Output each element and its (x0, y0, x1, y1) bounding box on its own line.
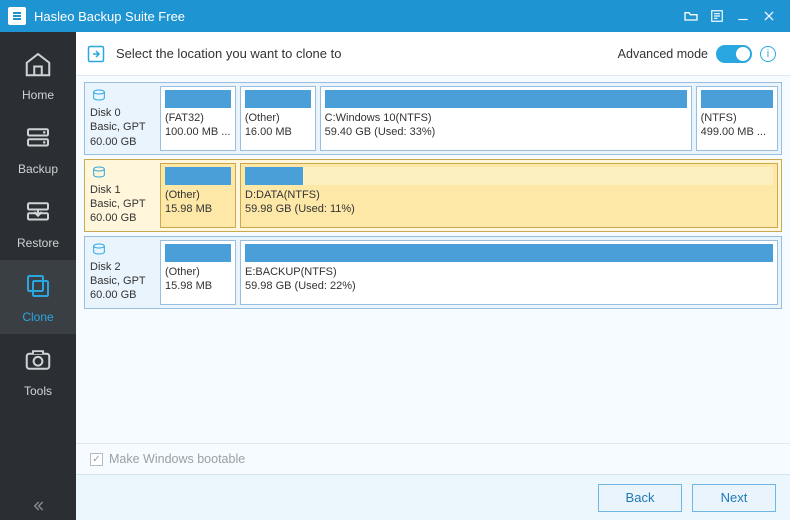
partition-usage-bar (245, 244, 773, 262)
partition-name: (Other) (165, 266, 231, 280)
disk-id: Disk 1 (90, 183, 154, 197)
partition-sub: 15.98 MB (165, 280, 231, 294)
partition-sub: 59.40 GB (Used: 33%) (325, 126, 687, 140)
disk-size: 60.00 GB (90, 135, 154, 149)
minimize-icon[interactable] (730, 3, 756, 29)
partition-sub: 16.00 MB (245, 126, 311, 140)
back-button[interactable]: Back (598, 484, 682, 512)
disk-icon (90, 165, 108, 181)
partition-name: C:Windows 10(NTFS) (325, 112, 687, 126)
close-icon[interactable] (756, 3, 782, 29)
advanced-mode-toggle[interactable] (716, 45, 752, 63)
partition-name: (Other) (165, 189, 231, 203)
disk-size: 60.00 GB (90, 211, 154, 225)
next-button[interactable]: Next (692, 484, 776, 512)
disk-subtype: Basic, GPT (90, 274, 154, 288)
partition-usage-bar (165, 90, 231, 108)
sidebar-item-label: Clone (22, 310, 53, 324)
disk-row[interactable]: Disk 1Basic, GPT60.00 GB(Other)15.98 MBD… (84, 159, 782, 232)
partition-name: (NTFS) (701, 112, 773, 126)
partition-sub: 15.98 MB (165, 203, 231, 217)
restore-icon (23, 197, 53, 230)
partition-name: D:DATA(NTFS) (245, 189, 773, 203)
partition-usage-bar (325, 90, 687, 108)
open-icon[interactable] (678, 3, 704, 29)
sidebar-item-restore[interactable]: Restore (0, 186, 76, 260)
target-arrow-icon (86, 44, 106, 64)
sidebar-item-label: Tools (24, 384, 52, 398)
partition[interactable]: (Other)16.00 MB (240, 86, 316, 151)
titlebar: Hasleo Backup Suite Free (0, 0, 790, 32)
sidebar-item-clone[interactable]: Clone (0, 260, 76, 334)
make-bootable-label: Make Windows bootable (109, 452, 245, 466)
disk-icon (90, 242, 108, 258)
partition-usage-bar (165, 167, 231, 185)
sidebar-item-label: Restore (17, 236, 59, 250)
advanced-mode-label: Advanced mode (618, 47, 708, 61)
disk-info: Disk 1Basic, GPT60.00 GB (88, 163, 156, 228)
footer: Back Next (76, 474, 790, 520)
app-icon (8, 7, 26, 25)
partition[interactable]: (FAT32)100.00 MB ... (160, 86, 236, 151)
disk-list: Disk 0Basic, GPT60.00 GB(FAT32)100.00 MB… (76, 76, 790, 443)
partition[interactable]: D:DATA(NTFS)59.98 GB (Used: 11%) (240, 163, 778, 228)
main-panel: Select the location you want to clone to… (76, 32, 790, 520)
partition-sub: 100.00 MB ... (165, 126, 231, 140)
sidebar-collapse-icon[interactable] (0, 498, 76, 514)
sidebar-item-backup[interactable]: Backup (0, 112, 76, 186)
disk-info: Disk 2Basic, GPT60.00 GB (88, 240, 156, 305)
header-text: Select the location you want to clone to (116, 46, 341, 61)
partition-sub: 499.00 MB ... (701, 126, 773, 140)
clone-icon (23, 271, 53, 304)
partition-name: (Other) (245, 112, 311, 126)
make-bootable-row: ✓ Make Windows bootable (76, 443, 790, 474)
partition[interactable]: (NTFS)499.00 MB ... (696, 86, 778, 151)
partition-name: (FAT32) (165, 112, 231, 126)
disk-info: Disk 0Basic, GPT60.00 GB (88, 86, 156, 151)
make-bootable-checkbox: ✓ (90, 453, 103, 466)
sidebar-item-tools[interactable]: Tools (0, 334, 76, 408)
tools-icon (23, 345, 53, 378)
partition[interactable]: (Other)15.98 MB (160, 240, 236, 305)
disk-row[interactable]: Disk 0Basic, GPT60.00 GB(FAT32)100.00 MB… (84, 82, 782, 155)
partition-name: E:BACKUP(NTFS) (245, 266, 773, 280)
sidebar-item-home[interactable]: Home (0, 38, 76, 112)
partition-sub: 59.98 GB (Used: 22%) (245, 280, 773, 294)
sidebar-item-label: Home (22, 88, 54, 102)
partition[interactable]: C:Windows 10(NTFS)59.40 GB (Used: 33%) (320, 86, 692, 151)
header-row: Select the location you want to clone to… (76, 32, 790, 76)
sidebar-item-label: Backup (18, 162, 58, 176)
disk-size: 60.00 GB (90, 288, 154, 302)
disk-subtype: Basic, GPT (90, 197, 154, 211)
partition-sub: 59.98 GB (Used: 11%) (245, 203, 773, 217)
info-icon[interactable]: i (760, 46, 776, 62)
backup-icon (23, 123, 53, 156)
partition-usage-bar (245, 167, 773, 185)
log-icon[interactable] (704, 3, 730, 29)
home-icon (23, 49, 53, 82)
disk-row[interactable]: Disk 2Basic, GPT60.00 GB(Other)15.98 MBE… (84, 236, 782, 309)
partition-usage-bar (165, 244, 231, 262)
disk-subtype: Basic, GPT (90, 120, 154, 134)
partition[interactable]: E:BACKUP(NTFS)59.98 GB (Used: 22%) (240, 240, 778, 305)
window-title: Hasleo Backup Suite Free (34, 9, 185, 24)
partition-usage-bar (245, 90, 311, 108)
disk-id: Disk 2 (90, 260, 154, 274)
disk-icon (90, 88, 108, 104)
sidebar: Home Backup Restore Clone Tools (0, 32, 76, 520)
partition[interactable]: (Other)15.98 MB (160, 163, 236, 228)
disk-id: Disk 0 (90, 106, 154, 120)
partition-usage-bar (701, 90, 773, 108)
